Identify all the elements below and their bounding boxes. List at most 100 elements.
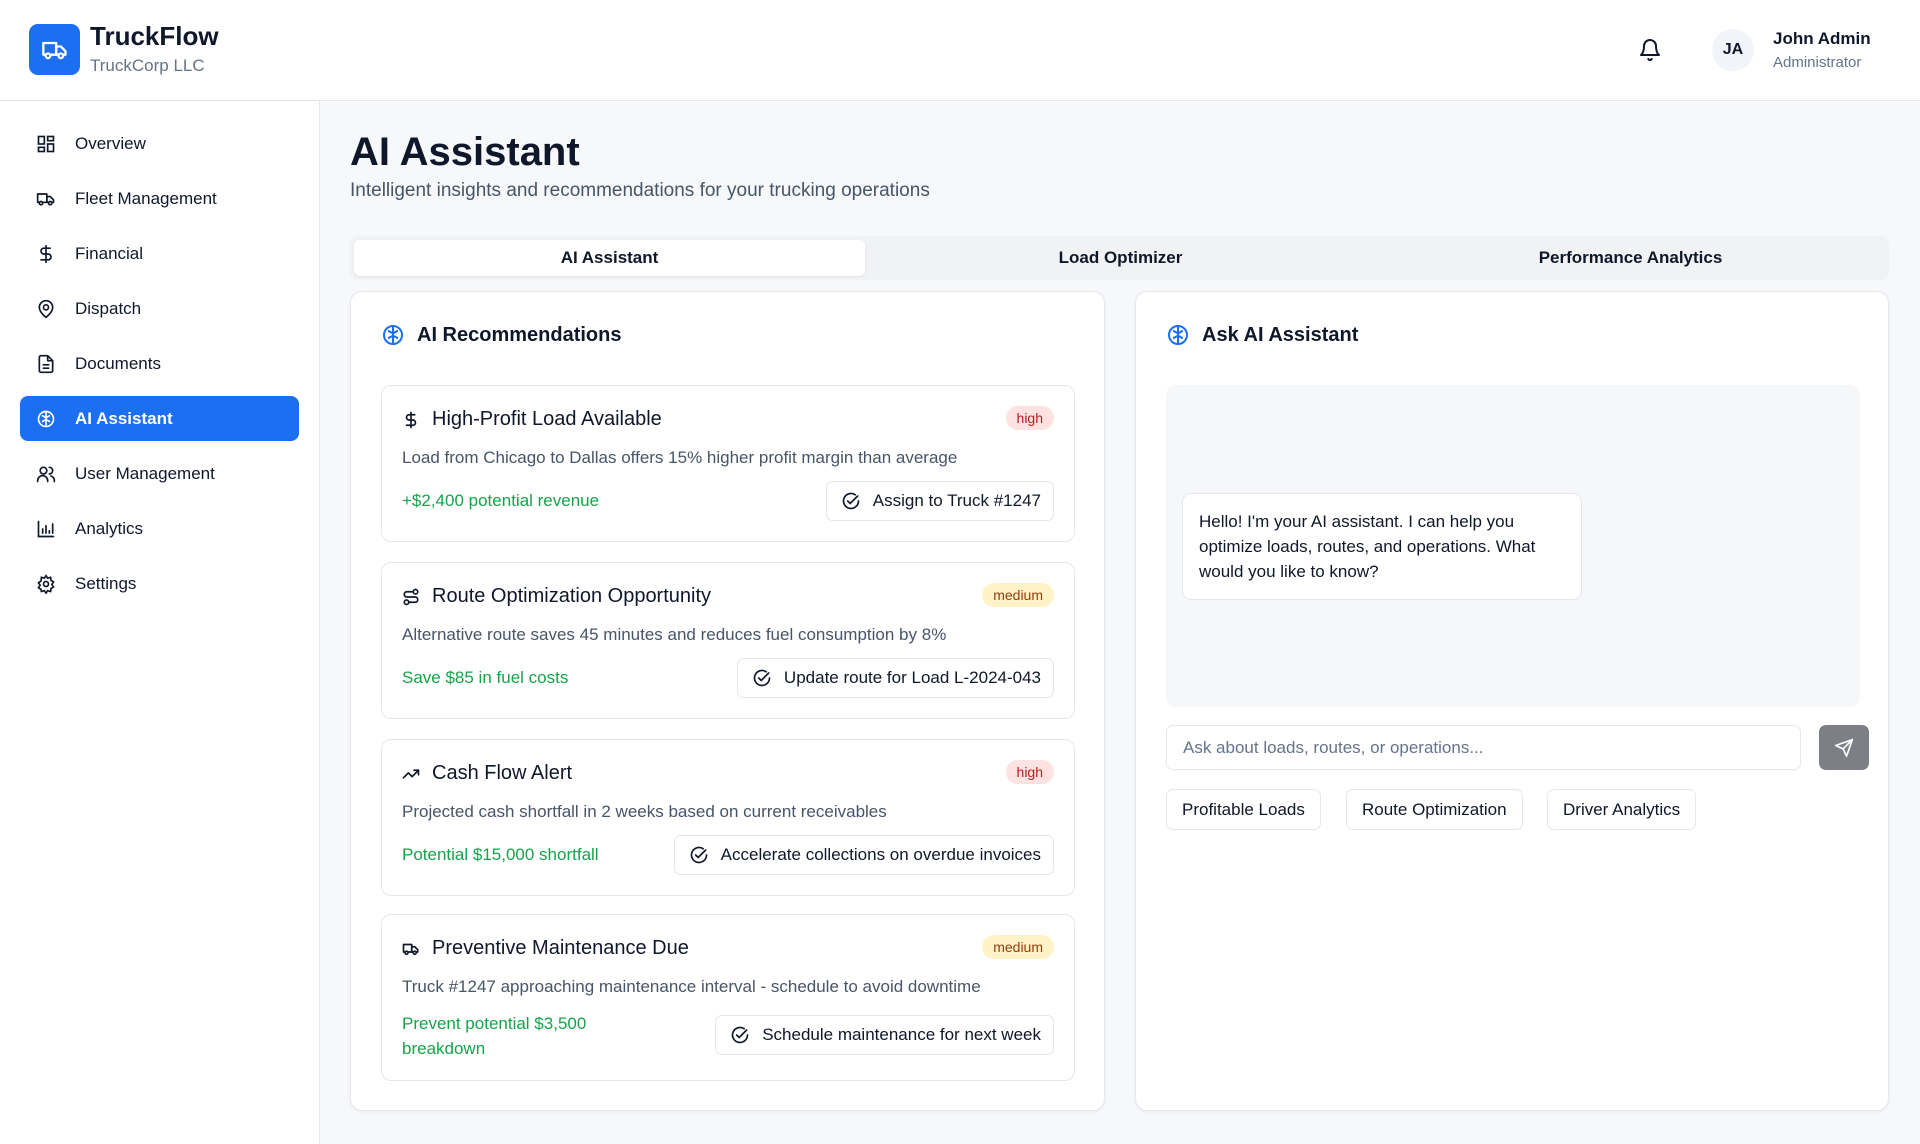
user-name: John Admin [1773, 29, 1871, 48]
recommendation-impact: Save $85 in fuel costs [402, 668, 569, 687]
send-icon [1834, 738, 1854, 757]
recommendation-impact: Prevent potential $3,500 breakdown [402, 1011, 586, 1061]
priority-badge: high [1005, 760, 1054, 784]
assign-truck-button[interactable]: Assign to Truck #1247 [825, 481, 1054, 521]
priority-badge: medium [982, 935, 1054, 959]
truck-icon [402, 943, 419, 955]
sidebar-item-label: Documents [75, 353, 161, 373]
chat-title: Ask AI Assistant [1166, 323, 1358, 347]
check-circle-icon [753, 669, 771, 687]
user-role: Administrator [1773, 54, 1862, 71]
recommendation-title-text: Cash Flow Alert [432, 762, 573, 784]
map-pin-icon [35, 298, 57, 320]
recommendation-description: Truck #1247 approaching maintenance inte… [402, 977, 981, 996]
recommendation-description: Load from Chicago to Dallas offers 15% h… [402, 448, 958, 467]
recommendation-title-text: Preventive Maintenance Due [432, 937, 689, 959]
assistant-message: Hello! I'm your AI assistant. I can help… [1182, 493, 1582, 600]
recommendations-title-text: AI Recommendations [417, 323, 622, 346]
send-button[interactable] [1819, 725, 1869, 770]
recommendation-description: Projected cash shortfall in 2 weeks base… [402, 802, 887, 821]
recommendation-title: Cash Flow Alert [402, 762, 572, 785]
priority-badge: high [1005, 406, 1054, 430]
check-circle-icon [731, 1026, 749, 1044]
sidebar-item-dispatch[interactable]: Dispatch [20, 286, 299, 331]
company-name: TruckCorp LLC [90, 56, 205, 75]
brand-name: TruckFlow [90, 21, 219, 51]
check-circle-icon [842, 492, 860, 510]
dollar-icon [405, 411, 417, 428]
route-icon [403, 588, 419, 605]
recommendation-item: Route Optimization Opportunity medium Al… [381, 562, 1075, 719]
recommendation-impact: +$2,400 potential revenue [402, 491, 600, 510]
page-subtitle: Intelligent insights and recommendations… [350, 180, 930, 201]
recommendation-title: Route Optimization Opportunity [402, 585, 711, 608]
update-route-button[interactable]: Update route for Load L-2024-043 [736, 658, 1054, 698]
tab-load-optimizer[interactable]: Load Optimizer [865, 240, 1376, 276]
grid-icon [35, 133, 57, 155]
sidebar-item-label: Fleet Management [75, 188, 217, 208]
recommendation-description: Alternative route saves 45 minutes and r… [402, 625, 947, 644]
chat-title-text: Ask AI Assistant [1202, 323, 1359, 346]
sidebar: Overview Fleet Management Financial Disp… [0, 101, 320, 1144]
chat-messages[interactable]: Hello! I'm your AI assistant. I can help… [1166, 385, 1860, 707]
button-label: Assign to Truck #1247 [872, 491, 1041, 510]
top-header: TruckFlow TruckCorp LLC JA John Admin Ad… [0, 0, 1920, 101]
ask-ai-assistant-card: Ask AI Assistant Hello! I'm your AI assi… [1135, 291, 1889, 1111]
sidebar-item-documents[interactable]: Documents [20, 341, 299, 386]
bar-chart-icon [35, 518, 57, 540]
recommendations-title: AI Recommendations [381, 323, 621, 347]
schedule-maintenance-button[interactable]: Schedule maintenance for next week [715, 1015, 1054, 1055]
sidebar-item-label: Dispatch [75, 298, 142, 318]
button-label: Schedule maintenance for next week [762, 1025, 1041, 1044]
recommendation-item: High-Profit Load Available high Load fro… [381, 385, 1075, 542]
recommendation-impact: Potential $15,000 shortfall [402, 845, 599, 864]
recommendation-title: Preventive Maintenance Due [402, 937, 689, 960]
sidebar-item-user-management[interactable]: User Management [20, 451, 299, 496]
sidebar-item-overview[interactable]: Overview [20, 121, 299, 166]
sidebar-item-fleet-management[interactable]: Fleet Management [20, 176, 299, 221]
bell-icon[interactable] [1638, 38, 1662, 62]
recommendation-title-text: Route Optimization Opportunity [432, 585, 712, 607]
users-icon [35, 463, 57, 485]
chat-input[interactable] [1166, 725, 1801, 770]
truck-icon [35, 188, 57, 210]
button-label: Accelerate collections on overdue invoic… [720, 845, 1041, 864]
tab-ai-assistant[interactable]: AI Assistant [354, 240, 865, 276]
impact-line: Prevent potential $3,500 [402, 1014, 587, 1033]
recommendation-item: Cash Flow Alert high Projected cash shor… [381, 739, 1075, 896]
sidebar-item-financial[interactable]: Financial [20, 231, 299, 276]
document-icon [35, 353, 57, 375]
sidebar-item-analytics[interactable]: Analytics [20, 506, 299, 551]
tab-performance-analytics[interactable]: Performance Analytics [1376, 240, 1885, 276]
sidebar-item-ai-assistant[interactable]: AI Assistant [20, 396, 299, 441]
impact-line: breakdown [402, 1039, 486, 1058]
brain-icon [1168, 325, 1188, 345]
suggestion-route-optimization[interactable]: Route Optimization [1346, 789, 1523, 830]
gear-icon [35, 573, 57, 595]
priority-badge: medium [982, 583, 1054, 607]
check-circle-icon [690, 846, 707, 864]
button-label: Update route for Load L-2024-043 [783, 668, 1041, 687]
accelerate-collections-button[interactable]: Accelerate collections on overdue invoic… [673, 835, 1054, 875]
brain-icon [383, 325, 403, 345]
trending-up-icon [402, 768, 420, 779]
sidebar-item-label: AI Assistant [75, 408, 173, 428]
dollar-icon [35, 243, 57, 265]
ai-recommendations-card: AI Recommendations High-Profit Load Avai… [350, 291, 1105, 1111]
sidebar-item-label: Overview [75, 133, 146, 153]
suggestion-driver-analytics[interactable]: Driver Analytics [1547, 789, 1697, 830]
recommendation-item: Preventive Maintenance Due medium Truck … [381, 914, 1075, 1081]
suggestion-profitable-loads[interactable]: Profitable Loads [1166, 789, 1321, 830]
tab-bar: AI Assistant Load Optimizer Performance … [350, 236, 1889, 280]
page-title: AI Assistant [350, 130, 580, 174]
recommendation-title: High-Profit Load Available [402, 408, 662, 431]
truck-logo-icon[interactable] [29, 24, 80, 75]
recommendation-title-text: High-Profit Load Available [432, 408, 662, 430]
sidebar-item-label: User Management [75, 463, 215, 483]
sidebar-item-label: Analytics [75, 518, 144, 538]
avatar[interactable]: JA [1712, 29, 1754, 71]
sidebar-item-label: Settings [75, 573, 137, 593]
sidebar-item-label: Financial [75, 243, 144, 263]
brain-icon [35, 408, 57, 430]
sidebar-item-settings[interactable]: Settings [20, 561, 299, 606]
